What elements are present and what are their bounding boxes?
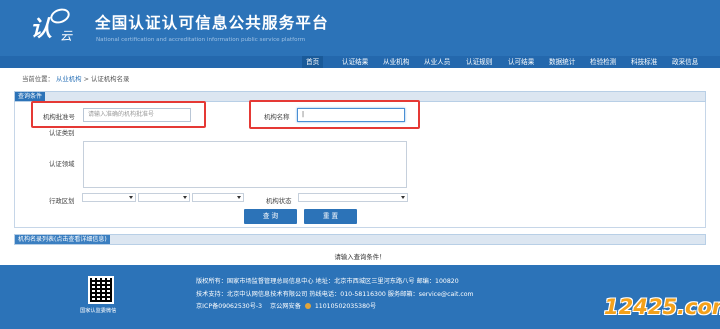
nav-item-cert-rules[interactable]: 认证规则 — [466, 56, 492, 68]
status-select[interactable] — [298, 193, 408, 202]
nav-item-orgs[interactable]: 从业机构 — [383, 56, 409, 68]
nav-item-procurement[interactable]: 政采信息 — [672, 56, 698, 68]
police-number[interactable]: 11010502035380号 — [315, 303, 376, 310]
cert-type-label: 认证类别 — [49, 129, 75, 137]
breadcrumb-current: 认证机构名录 — [91, 75, 130, 83]
police-prefix: 京公网安备 — [269, 303, 301, 310]
chevron-down-icon — [183, 196, 187, 199]
wechat-qr-code — [88, 276, 114, 304]
nav-item-home[interactable]: 首页 — [302, 56, 324, 68]
logo-glyph: 认 — [30, 16, 53, 42]
footer-registration: 京ICP备09062530号-3 京公网安备 11010502035380号 — [196, 301, 376, 310]
qr-label: 国家认监委微信 — [80, 308, 117, 314]
icp-number[interactable]: 京ICP备09062530号-3 — [196, 303, 262, 310]
chevron-down-icon — [129, 196, 133, 199]
region-label: 行政区划 — [49, 197, 75, 205]
nav-item-accreditation[interactable]: 认可结果 — [508, 56, 534, 68]
logo-glyph-sub: 云 — [60, 29, 73, 43]
site-title: 全国认证认可信息公共服务平台 — [95, 14, 329, 32]
site-watermark: 12425.com — [604, 295, 720, 319]
cert-field-label: 认证领域 — [49, 160, 75, 168]
city-select[interactable] — [138, 193, 190, 202]
reset-button[interactable]: 重 置 — [304, 209, 357, 224]
site-logo[interactable]: 认 云 — [30, 5, 76, 47]
chevron-down-icon — [237, 196, 241, 199]
breadcrumb-prefix: 当前位置： — [22, 75, 54, 83]
result-panel-header: 机构名录列表(点击查看详细信息) — [14, 234, 706, 245]
chevron-down-icon — [401, 196, 405, 199]
query-button[interactable]: 查 询 — [244, 209, 297, 224]
status-label: 机构状态 — [266, 197, 292, 205]
empty-result-message: 请输入查询条件！ — [334, 253, 386, 261]
site-header: 认 云 全国认证认可信息公共服务平台 National certificatio… — [0, 0, 720, 56]
footer-support: 技术支持：北京中认网信息技术有限公司 热线电话：010-58116300 服务邮… — [196, 291, 474, 298]
nav-item-personnel[interactable]: 从业人员 — [424, 56, 450, 68]
nav-item-inspection[interactable]: 检验检测 — [590, 56, 616, 68]
breadcrumb: 当前位置： 从业机构 > 认证机构名录 — [22, 74, 129, 84]
site-subtitle: National certification and accreditation… — [96, 37, 306, 43]
breadcrumb-separator: > — [83, 75, 89, 83]
police-badge-icon — [304, 303, 311, 309]
highlight-box-org-name — [249, 100, 420, 129]
main-nav: 首页 认证结果 从业机构 从业人员 认证规则 认可结果 数据统计 检验检测 科技… — [0, 56, 720, 68]
footer-copyright: 版权所有：国家市场监督管理总局信息中心 地址：北京市西城区三里河东路八号 邮编：… — [196, 278, 459, 285]
district-select[interactable] — [192, 193, 244, 202]
nav-item-statistics[interactable]: 数据统计 — [549, 56, 575, 68]
breadcrumb-link-orgs[interactable]: 从业机构 — [56, 75, 82, 83]
nav-item-standards[interactable]: 科技标准 — [631, 56, 657, 68]
result-panel-title: 机构名录列表(点击查看详细信息) — [15, 235, 110, 244]
nav-item-cert-results[interactable]: 认证结果 — [342, 56, 368, 68]
highlight-box-approval-no — [31, 101, 206, 128]
province-select[interactable] — [82, 193, 136, 202]
cert-field-textarea[interactable] — [83, 141, 407, 188]
search-panel-title: 查询条件 — [15, 92, 46, 101]
